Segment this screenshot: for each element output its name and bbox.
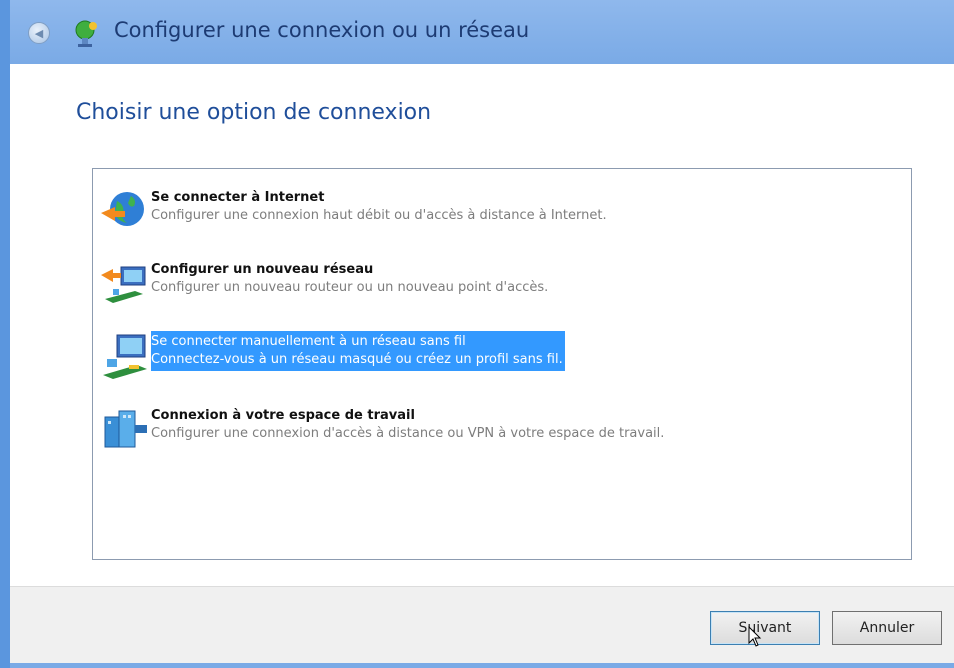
network-setup-icon bbox=[75, 20, 97, 47]
connection-options-list: Se connecter à Internet Configurer une c… bbox=[92, 168, 912, 560]
globe-network-icon bbox=[101, 192, 144, 226]
back-button[interactable]: ◀ bbox=[28, 22, 50, 44]
next-button[interactable]: Suivant bbox=[710, 611, 820, 645]
mouse-pointer-icon bbox=[748, 626, 762, 647]
workplace-vpn-icon bbox=[104, 410, 147, 448]
option-title: Connexion à votre espace de travail bbox=[151, 408, 415, 423]
content-area: Choisir une option de connexion Se conne… bbox=[10, 64, 954, 586]
option-connect-internet[interactable]: Se connecter à Internet Configurer une c… bbox=[99, 187, 739, 243]
button-bar: Suivant Annuler bbox=[10, 586, 954, 663]
page-heading: Choisir une option de connexion bbox=[76, 100, 432, 125]
option-title: Se connecter manuellement à un réseau sa… bbox=[151, 334, 466, 349]
option-new-network[interactable]: Configurer un nouveau réseau Configurer … bbox=[99, 259, 739, 315]
window-title: Configurer une connexion ou un réseau bbox=[114, 18, 530, 42]
new-network-icon bbox=[101, 266, 146, 303]
option-workplace[interactable]: Connexion à votre espace de travail Conf… bbox=[99, 405, 739, 461]
option-manual-wireless[interactable]: Se connecter manuellement à un réseau sa… bbox=[99, 331, 739, 387]
wireless-network-icon bbox=[103, 334, 147, 379]
option-title: Configurer un nouveau réseau bbox=[151, 262, 374, 277]
title-bar: ◀ Configurer une connexion ou un réseau bbox=[10, 0, 954, 64]
option-description: Configurer une connexion d'accès à dista… bbox=[151, 426, 665, 441]
cancel-button[interactable]: Annuler bbox=[832, 611, 942, 645]
option-description: Configurer un nouveau routeur ou un nouv… bbox=[151, 280, 549, 295]
dialog-window: ◀ Configurer une connexion ou un réseau … bbox=[10, 0, 954, 668]
option-description: Configurer une connexion haut débit ou d… bbox=[151, 208, 607, 223]
back-arrow-icon: ◀ bbox=[34, 26, 44, 40]
option-description: Connectez-vous à un réseau masqué ou cré… bbox=[151, 352, 563, 367]
option-title: Se connecter à Internet bbox=[151, 190, 325, 205]
